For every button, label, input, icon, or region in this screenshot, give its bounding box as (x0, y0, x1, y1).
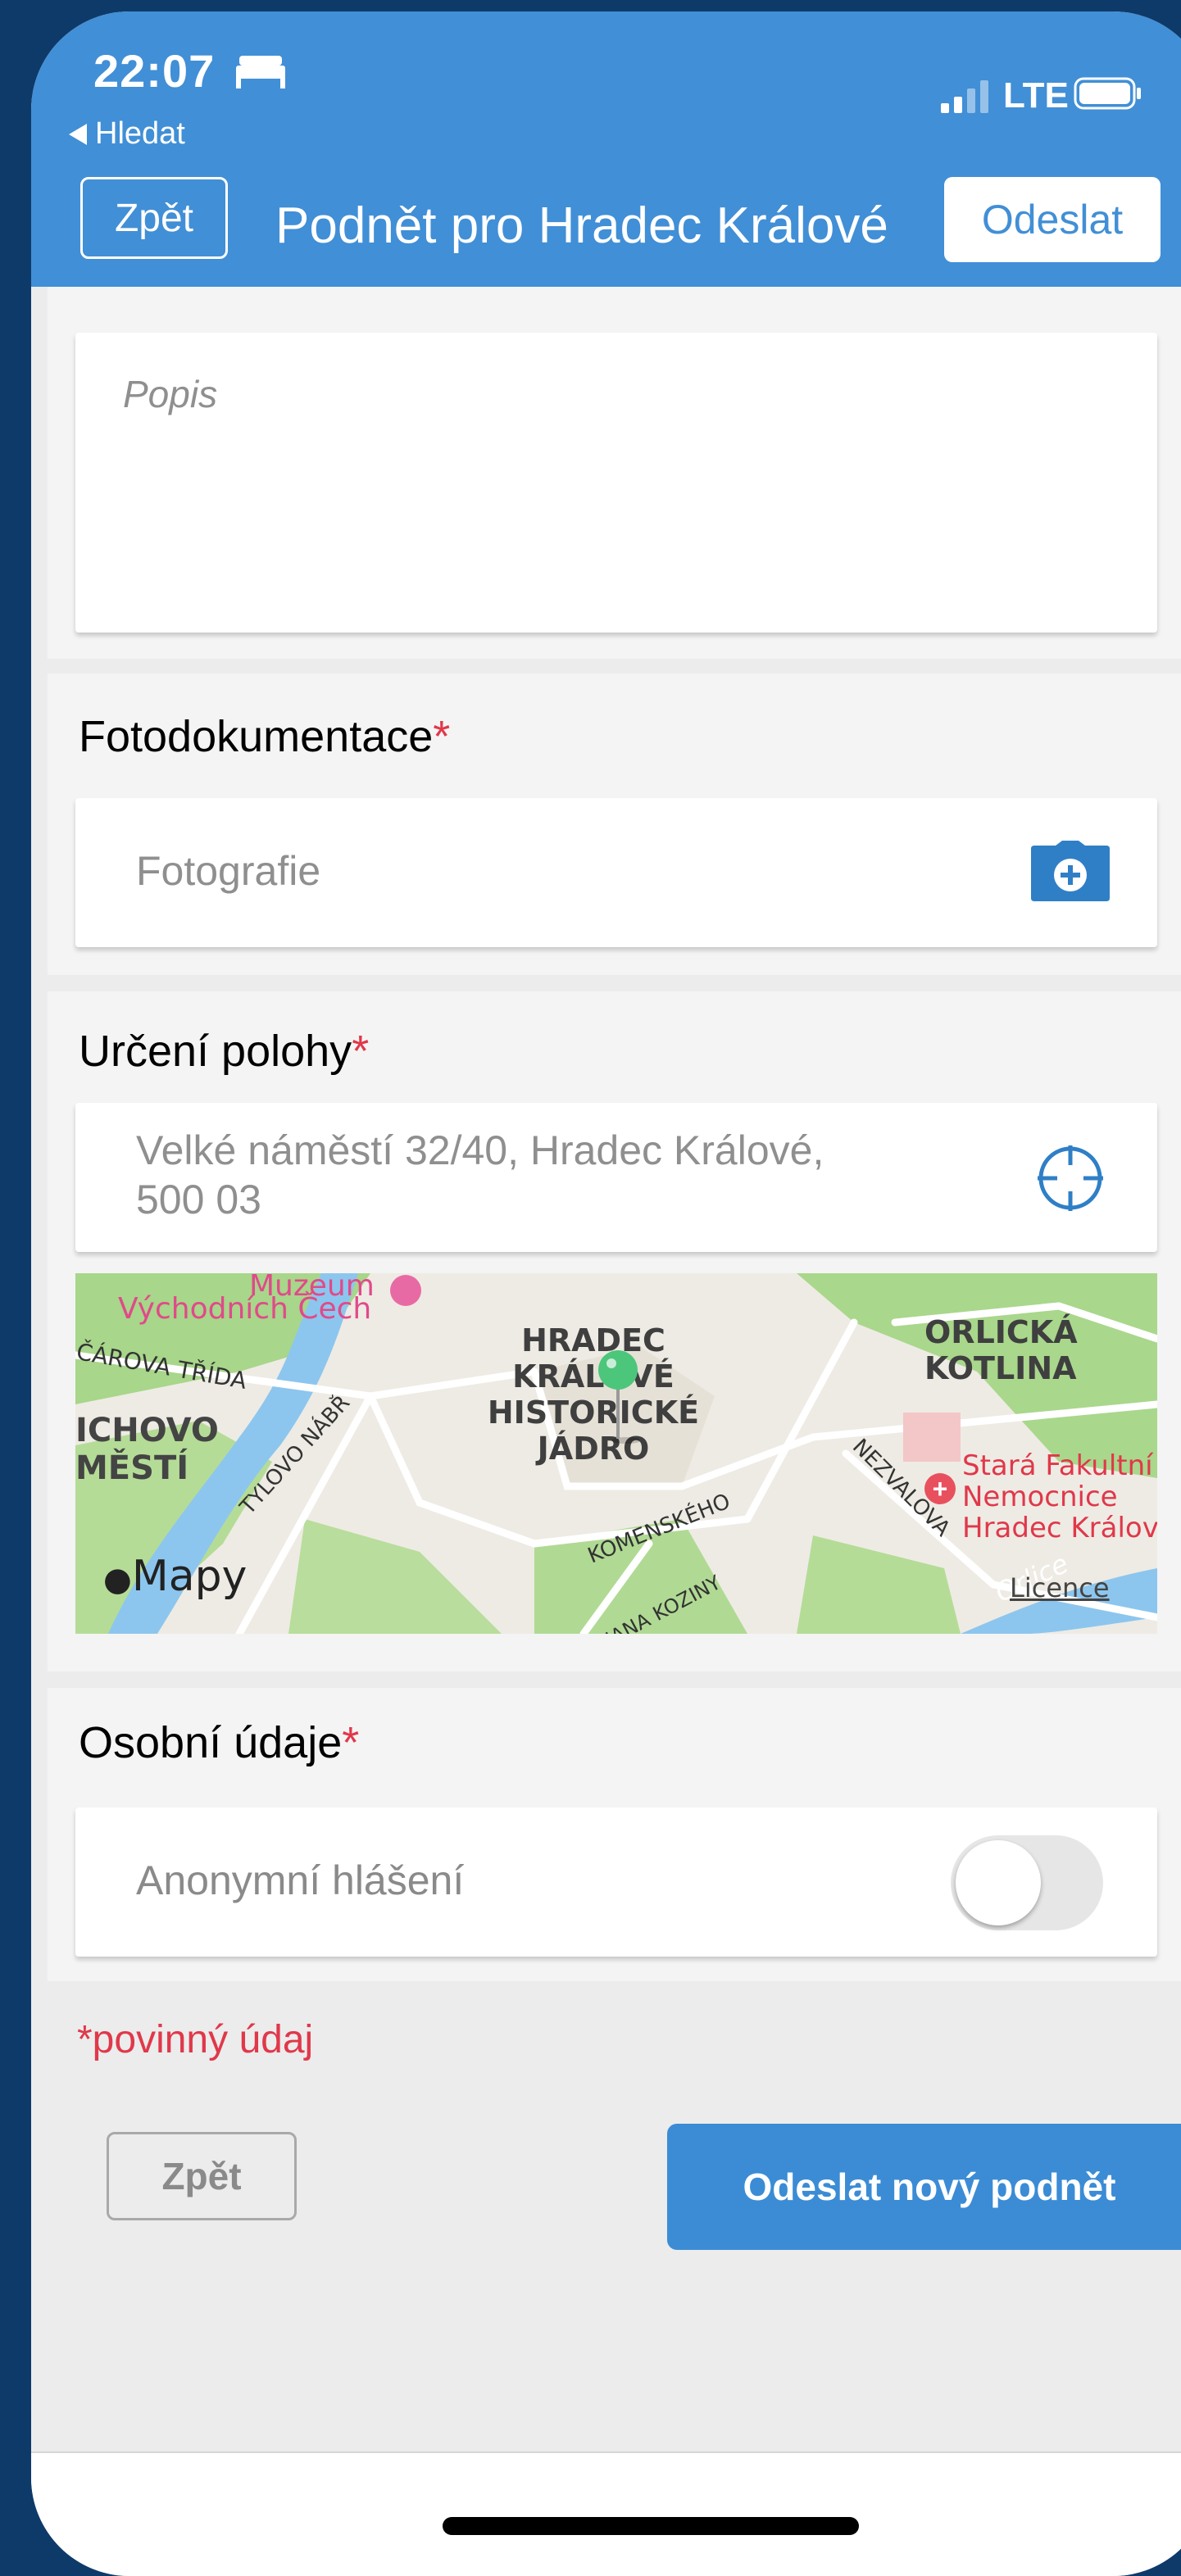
anonymous-row: Anonymní hlášení (75, 1807, 1157, 1957)
required-mark: * (342, 1718, 360, 1767)
personal-title: Osobní údaje* (79, 1717, 359, 1768)
required-note: *povinný údaj (77, 2018, 314, 2061)
map-brand-text: Mapy (131, 1552, 248, 1601)
map-label-center-3: HISTORICKÉ (487, 1395, 700, 1431)
map-label-center: HRADEC KRÁLOVÉ HISTORICKÉ JÁDRO (487, 1322, 700, 1467)
location-title-text: Určení polohy (79, 1027, 352, 1076)
map-label-left-1: ICHOVO (75, 1412, 219, 1449)
address-field[interactable]: Velké náměstí 32/40, Hradec Králové, 500… (75, 1103, 1157, 1252)
phone-screen: 22:07 Hledat LTE Zpět Podnět pro Hradec … (31, 11, 1181, 2576)
nav-send-button[interactable]: Odeslat (944, 177, 1161, 262)
battery-icon (1074, 77, 1141, 110)
photo-picker[interactable]: Fotografie (75, 798, 1157, 947)
anonymous-toggle[interactable] (951, 1835, 1103, 1930)
personal-section: Osobní údaje* Anonymní hlášení (48, 1688, 1181, 1981)
signal-icon (941, 80, 988, 113)
nav-back-button[interactable]: Zpět (80, 177, 228, 259)
map-label-hospital-2: Nemocnice (962, 1481, 1118, 1513)
map-brand: ●Mapy (103, 1555, 247, 1599)
crosshair-icon[interactable] (1036, 1144, 1105, 1213)
map-label-hospital: Stará Fakultní Nemocnice Hradec Králové (962, 1450, 1157, 1544)
back-to-app-link[interactable]: Hledat (69, 116, 185, 152)
map-licence-link[interactable]: Licence (1010, 1570, 1110, 1606)
back-to-app-label: Hledat (95, 116, 185, 151)
hospital-icon: + (924, 1473, 956, 1504)
photos-title-text: Fotodokumentace (79, 712, 434, 761)
address-line-2: 500 03 (136, 1177, 261, 1222)
back-triangle-icon (69, 124, 87, 145)
map-label-orlicka-1: ORLICKÁ (924, 1314, 1078, 1350)
status-time: 22:07 (93, 45, 216, 97)
location-title: Určení polohy* (79, 1026, 369, 1077)
location-map[interactable]: Muzeum Východních Čech ČÁROVA TŘÍDA TYLO… (75, 1273, 1157, 1634)
required-mark: * (352, 1027, 370, 1076)
description-textarea[interactable]: Popis (75, 333, 1157, 633)
description-section: Popis (48, 287, 1181, 659)
bottom-area (31, 2451, 1181, 2576)
map-label-hospital-1: Stará Fakultní (962, 1449, 1153, 1482)
map-label-left-2: MĚSTÍ (75, 1449, 189, 1487)
photos-section: Fotodokumentace* Fotografie (48, 673, 1181, 975)
address-text: Velké náměstí 32/40, Hradec Králové, 500… (136, 1126, 824, 1224)
camera-add-icon[interactable] (1031, 841, 1110, 901)
map-label-orlicka-2: KOTLINA (924, 1350, 1077, 1386)
bed-icon (236, 56, 285, 88)
home-indicator[interactable] (443, 2517, 859, 2535)
map-label-museum-2: Východních Čech (118, 1292, 372, 1326)
apple-icon: ● (103, 1561, 132, 1599)
photos-title: Fotodokumentace* (79, 711, 450, 762)
map-label-center-4: JÁDRO (537, 1431, 650, 1467)
address-line-1: Velké náměstí 32/40, Hradec Králové, (136, 1127, 824, 1173)
network-label: LTE (1003, 75, 1069, 116)
toggle-knob (956, 1840, 1041, 1925)
map-label-orlicka: ORLICKÁ KOTLINA (924, 1314, 1078, 1386)
map-pin-icon[interactable] (597, 1349, 639, 1444)
map-label-hospital-3: Hradec Králové (962, 1512, 1157, 1544)
required-mark: * (433, 712, 451, 761)
map-label-center-2: KRÁLOVÉ (512, 1358, 675, 1395)
photo-placeholder: Fotografie (136, 848, 321, 894)
map-label-center-1: HRADEC (521, 1322, 665, 1358)
header-bar: 22:07 Hledat LTE Zpět Podnět pro Hradec … (31, 11, 1181, 287)
footer-back-button[interactable]: Zpět (107, 2132, 297, 2220)
museum-icon (390, 1275, 421, 1306)
page-title: Podnět pro Hradec Králové (275, 197, 888, 254)
personal-title-text: Osobní údaje (79, 1718, 343, 1767)
description-placeholder: Popis (123, 373, 218, 415)
submit-button[interactable]: Odeslat nový podnět (667, 2124, 1181, 2250)
anonymous-label: Anonymní hlášení (136, 1857, 465, 1903)
